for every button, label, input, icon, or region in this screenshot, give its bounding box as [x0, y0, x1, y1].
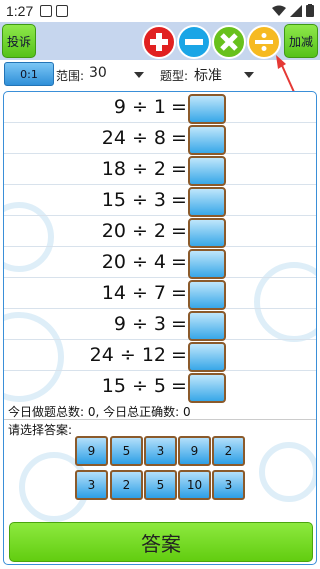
- choose-answer-prompt: 请选择答案:: [8, 423, 73, 437]
- battery-icon: [306, 4, 314, 17]
- range-label: 范围:: [56, 69, 85, 83]
- problem-row: 20 ÷ 4 =: [4, 247, 316, 279]
- answer-choice-button[interactable]: 2: [212, 436, 245, 466]
- answer-slot[interactable]: [188, 280, 226, 310]
- practice-panel: 9 ÷ 1 = 24 ÷ 8 = 18 ÷ 2 = 15 ÷ 3 = 20 ÷ …: [3, 91, 317, 565]
- problem-expression: 20 ÷ 2: [101, 220, 166, 242]
- wifi-icon: [272, 5, 286, 16]
- equals-sign: =: [171, 251, 187, 273]
- status-bar: 1:27: [0, 0, 320, 22]
- problem-expression: 24 ÷ 8: [101, 127, 166, 149]
- settings-row: 0:1 范围: 30 题型: 标准: [0, 60, 320, 90]
- problem-row: 15 ÷ 5 =: [4, 371, 316, 403]
- complain-button[interactable]: 投诉: [2, 24, 36, 58]
- problem-row: 15 ÷ 3 =: [4, 185, 316, 217]
- status-notification-icons: [40, 5, 68, 17]
- dropdown-arrow-icon[interactable]: [134, 72, 144, 78]
- equals-sign: =: [171, 375, 187, 397]
- answer-choice-button[interactable]: 3: [75, 470, 108, 500]
- problem-expression: 14 ÷ 7: [101, 282, 166, 304]
- answer-choice-button[interactable]: 9: [75, 436, 108, 466]
- answer-slot[interactable]: [188, 156, 226, 186]
- times-operator-button[interactable]: [212, 25, 246, 59]
- plus-operator-button[interactable]: [142, 25, 176, 59]
- range-dropdown[interactable]: 30: [89, 65, 107, 81]
- equals-sign: =: [171, 189, 187, 211]
- background-decoration: [259, 442, 316, 502]
- notification-icon: [40, 5, 52, 17]
- answer-slot[interactable]: [188, 373, 226, 403]
- problem-row: 18 ÷ 2 =: [4, 154, 316, 186]
- status-time: 1:27: [6, 3, 34, 19]
- equals-sign: =: [171, 344, 187, 366]
- answer-choice-button[interactable]: 5: [110, 436, 143, 466]
- type-dropdown[interactable]: 标准: [194, 65, 222, 85]
- answer-slot[interactable]: [188, 125, 226, 155]
- show-answer-button[interactable]: 答案: [9, 522, 313, 562]
- equals-sign: =: [171, 96, 187, 118]
- minus-icon: [185, 39, 203, 45]
- equals-sign: =: [171, 282, 187, 304]
- problem-row: 24 ÷ 8 =: [4, 123, 316, 155]
- answer-choice-button[interactable]: 3: [144, 436, 177, 466]
- problem-expression: 9 ÷ 1: [113, 96, 166, 118]
- equals-sign: =: [171, 220, 187, 242]
- answer-choice-button[interactable]: 3: [212, 470, 245, 500]
- dropdown-arrow-icon[interactable]: [244, 72, 254, 78]
- answer-choice-button[interactable]: 10: [178, 470, 211, 500]
- minus-operator-button[interactable]: [177, 25, 211, 59]
- equals-sign: =: [171, 127, 187, 149]
- problem-expression: 9 ÷ 3: [113, 313, 166, 335]
- divide-icon: [255, 33, 273, 51]
- answer-slot[interactable]: [188, 218, 226, 248]
- problem-expression: 24 ÷ 12: [89, 344, 166, 366]
- answer-choice-button[interactable]: 2: [110, 470, 143, 500]
- problem-row: 20 ÷ 2 =: [4, 216, 316, 248]
- answer-slot[interactable]: [188, 94, 226, 124]
- times-icon: [220, 33, 238, 51]
- plus-icon: [150, 33, 168, 51]
- divider: [4, 419, 316, 420]
- range-toggle-button[interactable]: 0:1: [4, 62, 54, 86]
- answer-slot[interactable]: [188, 187, 226, 217]
- add-subtract-button[interactable]: 加减: [284, 24, 318, 58]
- problem-row: 14 ÷ 7 =: [4, 278, 316, 310]
- type-label: 题型:: [160, 69, 189, 83]
- answer-choice-button[interactable]: 5: [144, 470, 177, 500]
- divide-operator-button[interactable]: [247, 25, 281, 59]
- signal-icon: [290, 4, 302, 17]
- problem-expression: 18 ÷ 2: [101, 158, 166, 180]
- status-system-icons: [272, 4, 314, 17]
- daily-stats: 今日做题总数: 0, 今日总正确数: 0: [8, 405, 191, 419]
- answer-slot[interactable]: [188, 342, 226, 372]
- answer-choice-button[interactable]: 9: [178, 436, 211, 466]
- answer-slot[interactable]: [188, 249, 226, 279]
- equals-sign: =: [171, 158, 187, 180]
- equals-sign: =: [171, 313, 187, 335]
- problem-row: 9 ÷ 3 =: [4, 309, 316, 341]
- problem-row: 9 ÷ 1 =: [4, 92, 316, 124]
- problem-expression: 20 ÷ 4: [101, 251, 166, 273]
- answer-slot[interactable]: [188, 311, 226, 341]
- problem-expression: 15 ÷ 5: [101, 375, 166, 397]
- notification-icon: [56, 5, 68, 17]
- problem-row: 24 ÷ 12 =: [4, 340, 316, 372]
- problem-expression: 15 ÷ 3: [101, 189, 166, 211]
